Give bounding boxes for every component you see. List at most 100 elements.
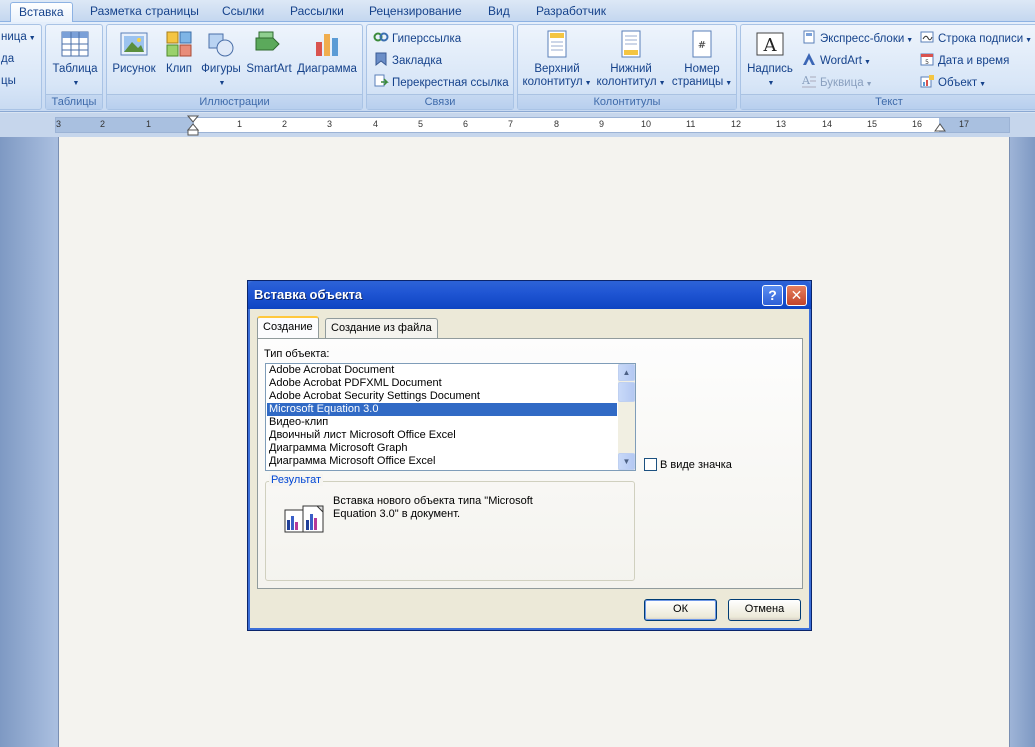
clip-art-button[interactable]: Клип <box>161 28 197 76</box>
scroll-thumb[interactable] <box>618 382 635 402</box>
tab-mailings[interactable]: Рассылки <box>282 2 352 22</box>
smartart-button[interactable]: SmartArt <box>244 28 294 76</box>
ruler-number: 12 <box>731 119 742 129</box>
bookmark-label: Закладка <box>392 55 442 67</box>
ruler-number: 4 <box>373 119 379 129</box>
page-number-label: Номер <box>684 63 720 75</box>
object-button[interactable]: Объект ▼ <box>919 73 986 91</box>
hyperlink-button[interactable]: Гиперссылка <box>373 29 461 47</box>
dropdown-arrow-icon: ▼ <box>725 80 733 87</box>
dropdown-arrow-icon: ▼ <box>584 80 592 87</box>
blank-page-button[interactable]: да <box>1 50 14 68</box>
smartart-label: SmartArt <box>246 63 292 75</box>
insert-object-dialog: Вставка объекта ? ✕ Создание Создание из… <box>247 280 812 631</box>
partial-label: ница <box>1 31 27 43</box>
header-label: Верхний <box>534 63 580 75</box>
shapes-label: Фигуры <box>201 63 241 75</box>
bookmark-button[interactable]: Закладка <box>373 51 442 69</box>
list-scrollbar[interactable]: ▲ ▼ <box>618 364 635 470</box>
dropdown-arrow-icon: ▼ <box>658 80 666 87</box>
page-break-button[interactable]: цы <box>1 72 16 90</box>
object-label: Объект <box>938 77 978 89</box>
tab-view[interactable]: Вид <box>480 2 518 22</box>
ruler-number: 3 <box>327 119 333 129</box>
ok-button[interactable]: ОК <box>644 599 717 621</box>
svg-text:#: # <box>698 40 706 51</box>
footer-button[interactable]: Нижний колонтитул ▼ <box>595 28 667 90</box>
dropdown-arrow-icon: ▼ <box>863 59 871 66</box>
horizontal-ruler[interactable]: 3 2 1 1 2 3 4 5 6 7 8 9 10 11 12 13 14 1… <box>0 113 1035 137</box>
ruler-number: 17 <box>959 119 970 129</box>
tab-create-new[interactable]: Создание <box>257 316 319 339</box>
display-as-icon-checkbox[interactable] <box>644 458 657 471</box>
group-tables: Таблица ▼ Таблицы <box>45 24 103 110</box>
dropdown-arrow-icon: ▼ <box>906 37 914 44</box>
ruler-number: 3 <box>56 119 62 129</box>
signature-line-button[interactable]: Строка подписи ▼ <box>919 29 1032 47</box>
table-icon <box>61 31 89 57</box>
chart-icon <box>316 34 338 56</box>
list-item[interactable]: Диаграмма Microsoft Office Excel <box>267 455 617 468</box>
group-text: A Надпись ▼ Экспресс-блоки ▼ WordArt ▼ A Бу… <box>740 24 1035 110</box>
list-item[interactable]: Adobe Acrobat Security Settings Document <box>267 390 617 403</box>
close-button[interactable]: ✕ <box>786 285 807 306</box>
text-box-icon: A <box>756 32 784 56</box>
object-type-list[interactable]: Adobe Acrobat Document Adobe Acrobat PDF… <box>265 363 636 471</box>
cross-reference-label: Перекрестная ссылка <box>392 77 509 89</box>
list-item-selected[interactable]: Microsoft Equation 3.0 <box>267 403 617 416</box>
tab-create-from-file[interactable]: Создание из файла <box>325 318 438 339</box>
chart-button[interactable]: Диаграмма <box>295 28 359 76</box>
list-item[interactable]: Adobe Acrobat PDFXML Document <box>267 377 617 390</box>
footer-label: Нижний <box>610 63 652 75</box>
dialog-body: Создание Создание из файла Тип объекта: … <box>252 309 809 628</box>
display-as-icon-label: В виде значка <box>660 459 732 471</box>
dropdown-arrow-icon: ▼ <box>28 35 36 42</box>
dialog-title-bar[interactable]: Вставка объекта ? ✕ <box>248 281 811 309</box>
help-button[interactable]: ? <box>762 285 783 306</box>
header-label-2: колонтитул <box>522 76 583 88</box>
list-item[interactable]: Диаграмма Microsoft Graph <box>267 442 617 455</box>
chart-label: Диаграмма <box>297 63 357 75</box>
list-item[interactable]: Adobe Acrobat Document <box>267 364 617 377</box>
drop-cap-button[interactable]: A Буквица ▼ <box>801 73 873 91</box>
text-box-button[interactable]: A Надпись ▼ <box>745 28 795 90</box>
quick-parts-button[interactable]: Экспресс-блоки ▼ <box>801 29 913 47</box>
table-button[interactable]: Таблица ▼ <box>50 28 100 90</box>
wordart-button[interactable]: WordArt ▼ <box>801 51 871 69</box>
tab-references[interactable]: Ссылки <box>214 2 272 22</box>
group-header-footer: Верхний колонтитул ▼ Нижний колонтитул ▼ #… <box>517 24 737 110</box>
picture-icon <box>120 32 148 56</box>
result-label: Результат <box>269 474 324 486</box>
quick-parts-icon <box>803 30 815 44</box>
shapes-button[interactable]: Фигуры ▼ <box>199 28 243 90</box>
right-indent-marker-icon[interactable] <box>934 122 946 132</box>
table-label: Таблица <box>52 63 98 75</box>
cancel-button[interactable]: Отмена <box>728 599 801 621</box>
list-item[interactable]: Двоичный лист Microsoft Office Excel <box>267 429 617 442</box>
display-as-icon-option[interactable]: В виде значка <box>644 458 732 471</box>
tab-page-layout[interactable]: Разметка страницы <box>82 2 207 22</box>
group-label-illustrations: Иллюстрации <box>107 94 362 109</box>
result-group: Результат Вставка нового объекта типа "M… <box>265 474 635 581</box>
object-type-label: Тип объекта: <box>264 348 330 360</box>
header-button[interactable]: Верхний колонтитул ▼ <box>521 28 593 90</box>
tab-developer[interactable]: Разработчик <box>528 2 614 22</box>
scroll-up-icon[interactable]: ▲ <box>618 364 635 381</box>
indent-marker-icon[interactable] <box>187 115 199 137</box>
dropdown-arrow-icon: ▼ <box>767 80 775 87</box>
cross-reference-button[interactable]: Перекрестная ссылка <box>373 73 509 91</box>
picture-button[interactable]: Рисунок <box>111 28 157 76</box>
ruler-number: 13 <box>776 119 787 129</box>
object-result-icon <box>284 505 324 533</box>
bookmark-icon <box>375 52 387 67</box>
ribbon: ница ▼ да цы Таблица ▼ Таблицы Рисунок К… <box>0 22 1035 112</box>
svg-text:5: 5 <box>925 59 929 66</box>
ruler-right-margin <box>939 118 1009 132</box>
page-number-button[interactable]: # Номер страницы ▼ <box>669 28 735 90</box>
cover-page-button[interactable]: ница ▼ <box>1 28 36 46</box>
scroll-down-icon[interactable]: ▼ <box>618 453 635 470</box>
date-time-button[interactable]: 5 Дата и время <box>919 51 1009 69</box>
list-item[interactable]: Видео-клип <box>267 416 617 429</box>
tab-review[interactable]: Рецензирование <box>361 2 470 22</box>
tab-insert[interactable]: Вставка <box>10 2 73 23</box>
